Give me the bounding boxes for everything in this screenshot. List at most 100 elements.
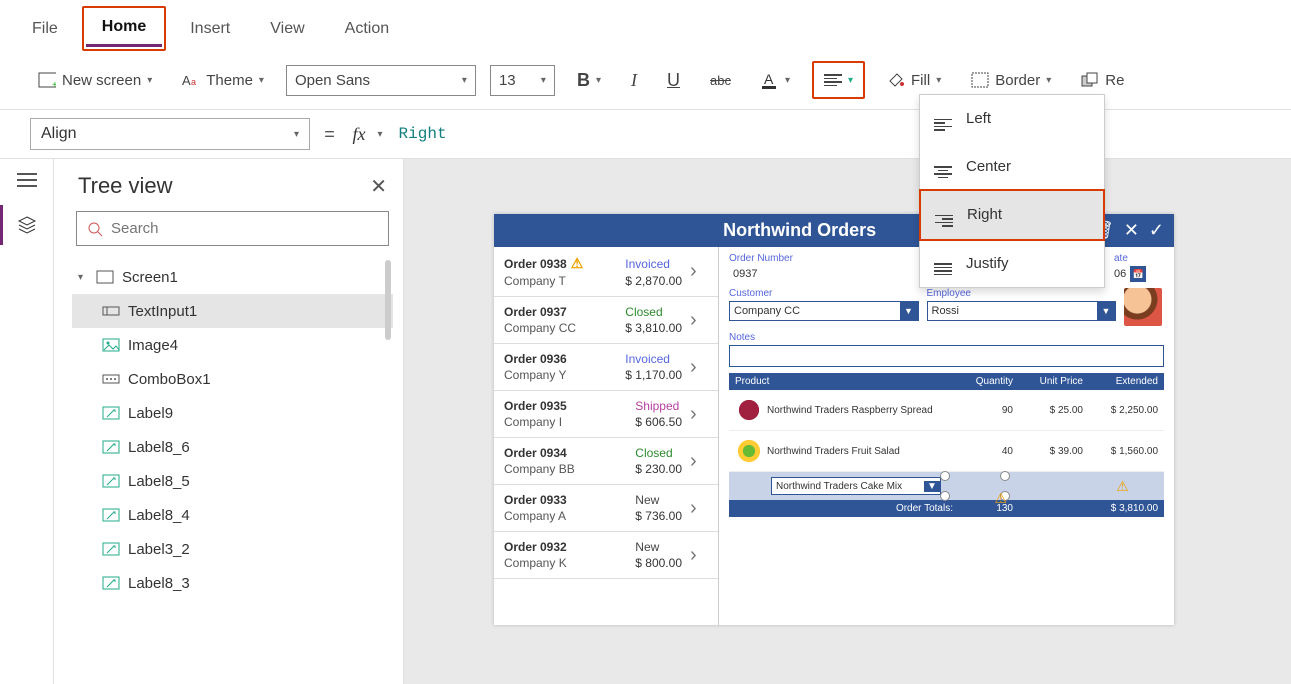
italic-icon: I: [631, 70, 637, 91]
tree-view-title: Tree view: [78, 173, 173, 199]
calendar-icon[interactable]: 📅: [1130, 266, 1146, 282]
chevron-down-icon: ▼: [924, 481, 940, 492]
tree-node[interactable]: Label3_2: [72, 532, 393, 566]
left-rail: [0, 159, 54, 684]
tree-node[interactable]: Label9: [72, 396, 393, 430]
border-button[interactable]: Border ▾: [963, 65, 1059, 95]
notes-input[interactable]: [729, 345, 1164, 367]
new-screen-button[interactable]: + New screen ▾: [30, 65, 160, 95]
chevron-down-icon: ▾: [596, 75, 601, 86]
order-list-item[interactable]: Order 0933New›Company A$ 736.00: [494, 485, 718, 532]
italic-button[interactable]: I: [623, 64, 645, 97]
tree-view-pane: Tree view ✕ ▾ Screen1 TextInput1Image4Co…: [54, 159, 404, 684]
svg-text:A: A: [182, 73, 191, 88]
warning-icon: ⚠: [1087, 478, 1158, 495]
order-number-label: Order Number: [729, 253, 914, 264]
menu-insert[interactable]: Insert: [174, 12, 246, 46]
tree-search[interactable]: [76, 211, 389, 246]
control-icon: [102, 472, 120, 490]
employee-select[interactable]: Rossi▼: [927, 301, 1117, 321]
strike-icon: abc: [710, 73, 731, 88]
order-list-item[interactable]: Order 0938⚠Invoiced›Company T$ 2,870.00: [494, 247, 718, 297]
reorder-button[interactable]: Re: [1073, 65, 1132, 95]
customer-select[interactable]: Company CC▼: [729, 301, 919, 321]
tree-node-label: Label8_3: [128, 575, 190, 592]
product-row[interactable]: Northwind Traders Fruit Salad40$ 39.00$ …: [729, 431, 1164, 472]
product-row[interactable]: Northwind Traders Raspberry Spread90$ 25…: [729, 390, 1164, 431]
tree-node[interactable]: Image4: [72, 328, 393, 362]
order-list-item[interactable]: Order 0937Closed›Company CC$ 3,810.00: [494, 297, 718, 344]
scrollbar-thumb[interactable]: [385, 260, 391, 340]
order-list-item[interactable]: Order 0934Closed›Company BB$ 230.00: [494, 438, 718, 485]
align-option-right[interactable]: Right: [919, 189, 1105, 241]
tree-view-rail-button[interactable]: [0, 205, 37, 245]
fx-icon[interactable]: fx: [349, 124, 370, 145]
new-product-row: Northwind Traders Cake Mix▼ ⚠ ⚠: [729, 472, 1164, 500]
menu-file[interactable]: File: [16, 12, 74, 46]
chevron-down-icon: ▾: [541, 75, 546, 86]
cancel-icon[interactable]: ✕: [1124, 220, 1139, 241]
bold-icon: B: [577, 70, 590, 91]
strikethrough-button[interactable]: abc: [702, 67, 739, 94]
align-option-justify[interactable]: Justify: [920, 240, 1104, 288]
menu-view[interactable]: View: [254, 12, 320, 46]
tree-node[interactable]: ComboBox1: [72, 362, 393, 396]
svg-text:a: a: [191, 77, 196, 87]
align-option-left[interactable]: Left: [920, 95, 1104, 143]
formula-input[interactable]: Right: [391, 119, 1275, 149]
bold-button[interactable]: B▾: [569, 64, 609, 97]
control-icon: [102, 574, 120, 592]
align-icon: [824, 71, 842, 89]
font-color-button[interactable]: A ▾: [753, 65, 798, 95]
product-image: [735, 396, 763, 424]
property-select[interactable]: Align ▾: [30, 118, 310, 150]
menu-bar: File Home Insert View Action: [0, 0, 1291, 51]
chevron-down-icon: ▾: [936, 75, 941, 86]
tree-screen-node[interactable]: ▾ Screen1: [72, 260, 393, 294]
text-align-button[interactable]: ▾: [816, 65, 861, 95]
align-justify-icon: [934, 252, 952, 276]
control-icon: [102, 540, 120, 558]
chevron-down-icon[interactable]: ▾: [378, 129, 383, 140]
order-detail: Order Number0937 Order StatusClosed ate0…: [719, 247, 1174, 625]
align-right-icon: [935, 203, 953, 227]
order-list[interactable]: Order 0938⚠Invoiced›Company T$ 2,870.00O…: [494, 247, 719, 625]
tree-node[interactable]: Label8_6: [72, 430, 393, 464]
chevron-right-icon: ›: [690, 497, 708, 520]
control-icon: [102, 506, 120, 524]
font-select[interactable]: Open Sans ▾: [286, 65, 476, 96]
border-icon: [971, 71, 989, 89]
align-dropdown-menu: LeftCenterRightJustify: [919, 94, 1105, 288]
tree-node[interactable]: Label8_5: [72, 464, 393, 498]
menu-home[interactable]: Home: [86, 10, 162, 47]
chevron-down-icon: ▾: [1046, 75, 1051, 86]
search-input[interactable]: [111, 220, 378, 237]
svg-text:A: A: [764, 71, 774, 87]
employee-label: Employee: [927, 288, 1117, 299]
order-list-item[interactable]: Order 0936Invoiced›Company Y$ 1,170.00: [494, 344, 718, 391]
menu-action[interactable]: Action: [329, 12, 405, 46]
tree-node[interactable]: Label8_4: [72, 498, 393, 532]
tree-node[interactable]: TextInput1: [72, 294, 393, 328]
chevron-down-icon: ▾: [785, 75, 790, 86]
theme-button[interactable]: Aa Theme ▾: [174, 65, 272, 95]
font-size-select[interactable]: 13 ▾: [490, 65, 555, 96]
chevron-down-icon: ▼: [900, 302, 918, 320]
chevron-right-icon: ›: [690, 356, 708, 379]
new-product-select[interactable]: Northwind Traders Cake Mix▼: [771, 477, 941, 495]
accept-icon[interactable]: ✓: [1149, 220, 1164, 241]
tree-node-label: Screen1: [122, 269, 178, 286]
close-icon[interactable]: ✕: [370, 174, 387, 199]
order-number-value: 0937: [729, 266, 914, 282]
order-list-item[interactable]: Order 0935Shipped›Company I$ 606.50: [494, 391, 718, 438]
fill-button[interactable]: Fill ▾: [879, 65, 949, 95]
hamburger-icon[interactable]: [17, 173, 37, 187]
order-list-item[interactable]: Order 0932New›Company K$ 800.00: [494, 532, 718, 579]
underline-button[interactable]: U: [659, 64, 688, 97]
control-icon: [102, 336, 120, 354]
tree-node[interactable]: Label8_3: [72, 566, 393, 600]
warning-icon: ⚠: [994, 490, 1007, 507]
chevron-right-icon: ›: [690, 309, 708, 332]
align-option-center[interactable]: Center: [920, 143, 1104, 191]
canvas[interactable]: Northwind Orders ↶ + 🗑 ✕ ✓ Order 0938⚠In…: [404, 159, 1291, 684]
